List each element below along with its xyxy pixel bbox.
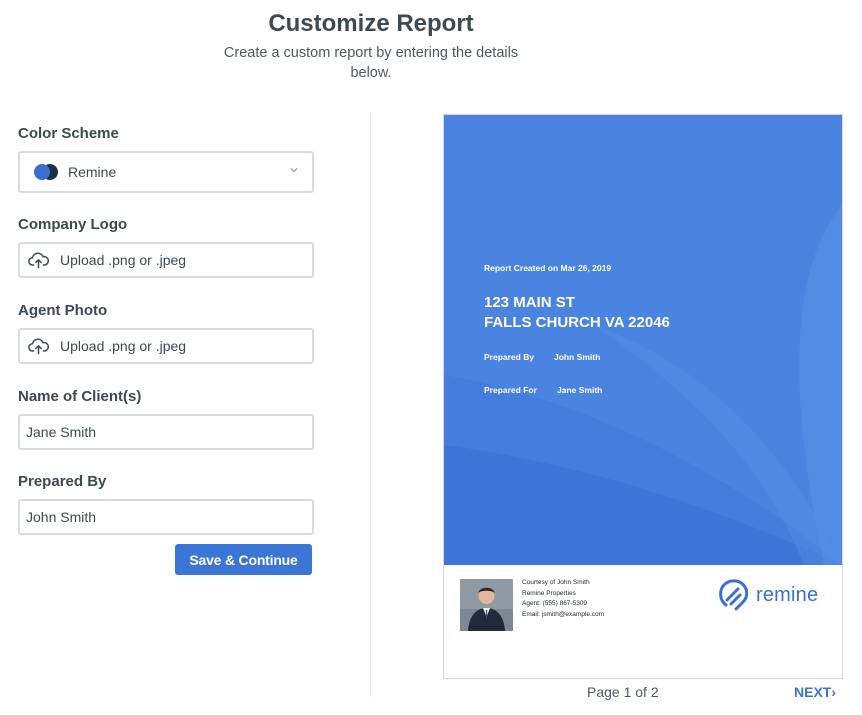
client-name-input[interactable]: [20, 416, 312, 448]
prepared-by-input[interactable]: [20, 501, 312, 533]
cover-wave-graphic: [444, 205, 842, 565]
report-prepared-for-label: Prepared For: [484, 385, 537, 395]
report-prepared-for-value: Jane Smith: [557, 385, 603, 395]
report-created-date: Report Created on Mar 26, 2019: [484, 263, 612, 273]
prepared-by-label: Prepared By: [18, 473, 107, 490]
agent-photo-label: Agent Photo: [18, 302, 108, 319]
remine-logo: remine: [718, 579, 818, 611]
color-scheme-label: Color Scheme: [18, 125, 119, 142]
report-prepared-by-label: Prepared By: [484, 352, 535, 362]
chevron-down-icon: [290, 165, 298, 176]
next-button[interactable]: NEXT›: [794, 684, 836, 700]
color-scheme-swatch-icon: [34, 164, 60, 180]
agent-photo: [460, 579, 513, 631]
report-form: Color Scheme Remine Company Logo Upload …: [18, 124, 314, 535]
next-label: NEXT: [794, 684, 832, 700]
agent-photo-upload[interactable]: Upload .png or .jpeg: [18, 328, 314, 364]
report-address: 123 MAIN ST FALLS CHURCH VA 22046: [484, 293, 670, 333]
remine-logo-text: remine: [756, 583, 819, 606]
agent-company: Remine Properties: [522, 589, 576, 597]
report-address-line1: 123 MAIN ST: [484, 294, 575, 311]
report-cover: Report Created on Mar 26, 2019 123 MAIN …: [444, 115, 842, 565]
company-logo-label: Company Logo: [18, 216, 128, 233]
remine-logo-icon: [719, 579, 748, 611]
save-continue-button[interactable]: Save & Continue: [175, 544, 312, 575]
agent-info: Courtesy of John Smith Remine Properties…: [522, 578, 604, 620]
agent-courtesy: Courtesy of John Smith: [522, 579, 590, 586]
panel-divider: [370, 113, 371, 697]
report-prepared-by: Prepared By John Smith: [484, 352, 600, 362]
report-address-line2: FALLS CHURCH VA 22046: [484, 314, 670, 331]
agent-photo-upload-text: Upload .png or .jpeg: [60, 338, 187, 354]
prepared-by-field[interactable]: [18, 499, 314, 535]
report-preview: Report Created on Mar 26, 2019 123 MAIN …: [443, 114, 843, 679]
agent-email: Email: jsmith@example.com: [522, 610, 605, 618]
client-name-field[interactable]: [18, 414, 314, 450]
page-header: Customize Report Create a custom report …: [0, 8, 742, 83]
cloud-upload-icon: [28, 252, 50, 269]
company-logo-upload[interactable]: Upload .png or .jpeg: [18, 242, 314, 278]
page-subtitle: Create a custom report by entering the d…: [223, 45, 519, 81]
color-scheme-value: Remine: [68, 164, 117, 180]
company-logo-upload-text: Upload .png or .jpeg: [60, 252, 187, 268]
cloud-upload-icon: [28, 338, 50, 355]
page-indicator: Page 1 of 2: [587, 684, 659, 700]
page-title: Customize Report: [268, 10, 474, 37]
client-name-label: Name of Client(s): [18, 388, 142, 405]
color-scheme-select[interactable]: Remine: [18, 151, 314, 193]
report-prepared-by-value: John Smith: [554, 352, 601, 362]
report-prepared-for: Prepared For Jane Smith: [484, 385, 602, 395]
chevron-right-icon: ›: [831, 684, 837, 700]
report-footer: Courtesy of John Smith Remine Properties…: [444, 565, 842, 678]
agent-phone: Agent: (555) 867-5309: [522, 600, 588, 607]
